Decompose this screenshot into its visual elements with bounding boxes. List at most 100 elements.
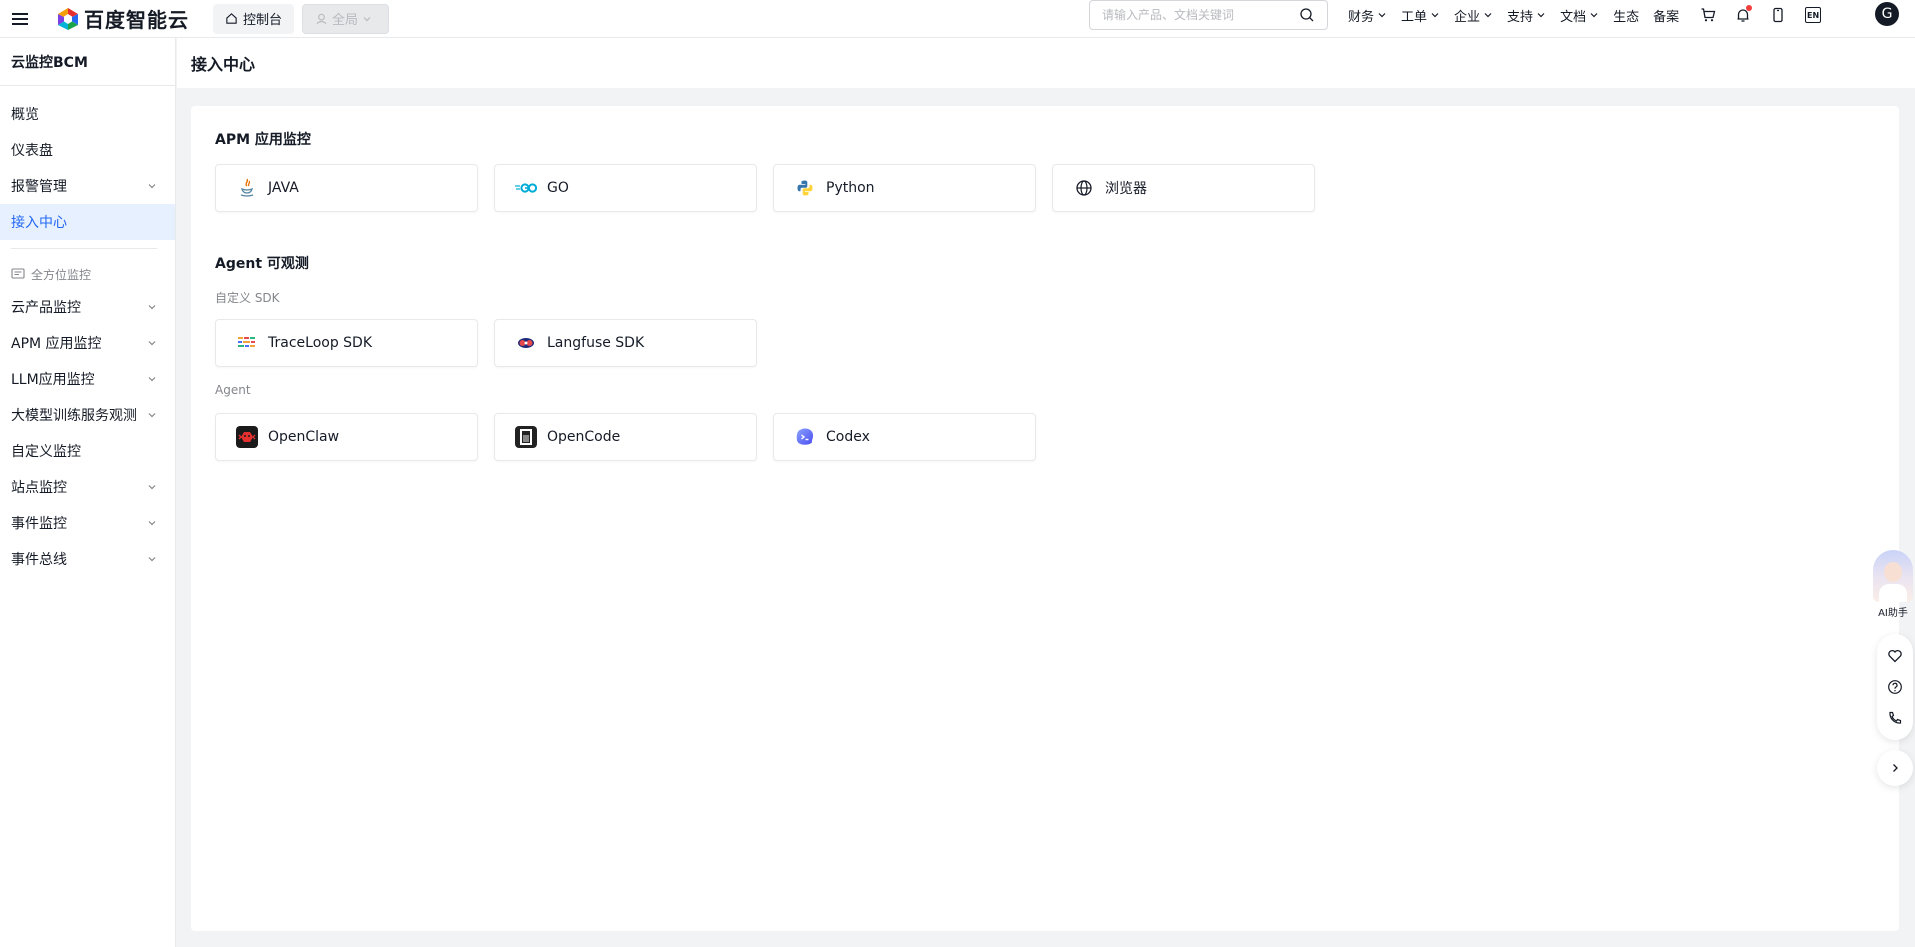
chevron-down-icon [1484, 13, 1492, 18]
sidebar-item-label: APM 应用监控 [11, 336, 102, 352]
sidebar-item-overview[interactable]: 概览 [0, 96, 175, 132]
sidebar-item-custom-monitor[interactable]: 自定义监控 [0, 433, 175, 469]
sidebar-item-label: 自定义监控 [11, 444, 81, 460]
collapse-toolbar-button[interactable] [1877, 750, 1913, 786]
region-label: 全局 [332, 13, 359, 28]
globe-icon [1073, 177, 1095, 199]
sidebar-item-alarm-management[interactable]: 报警管理 [0, 168, 175, 204]
home-icon [226, 13, 237, 24]
sidebar-item-cloud-product-monitor[interactable]: 云产品监控 [0, 289, 175, 325]
bell-icon[interactable] [1734, 5, 1753, 24]
card-openclaw[interactable]: OpenClaw [215, 413, 478, 461]
cart-icon[interactable] [1699, 6, 1717, 24]
location-icon [316, 13, 327, 25]
sidebar: 云监控BCM 概览 仪表盘 报警管理 接入中心 全方位监控 云产品监控 APM … [0, 38, 176, 947]
sidebar-item-label: 概览 [11, 107, 39, 123]
region-selector[interactable]: 全局 [302, 3, 390, 34]
go-icon [515, 177, 537, 199]
card-python[interactable]: Python [773, 164, 1036, 212]
nav-finance[interactable]: 财务 [1348, 6, 1387, 25]
language-toggle[interactable]: EN [1804, 6, 1822, 24]
sidebar-item-label: 接入中心 [11, 215, 67, 231]
chevron-down-icon [148, 521, 156, 526]
ai-assistant-button[interactable]: AI助手 [1871, 550, 1915, 620]
card-codex[interactable]: Codex [773, 413, 1036, 461]
traceloop-icon [236, 332, 258, 354]
apm-section-title: APM 应用监控 [215, 132, 311, 148]
chevron-right-icon [1893, 764, 1898, 772]
sidebar-item-label: LLM应用监控 [11, 372, 95, 388]
nav-docs[interactable]: 文档 [1560, 6, 1599, 25]
agent-label: Agent [215, 383, 251, 397]
nav-ecosystem[interactable]: 生态 [1613, 6, 1639, 25]
menu-icon[interactable] [0, 0, 40, 38]
custom-sdk-label: 自定义 SDK [215, 291, 280, 305]
floating-toolbar [1877, 634, 1913, 740]
sidebar-item-model-training-observability[interactable]: 大模型训练服务观测 [0, 397, 175, 433]
agent-card-row: OpenClaw OpenCode Codex [215, 413, 1052, 461]
chevron-down-icon [1378, 13, 1386, 18]
chevron-down-icon [1537, 13, 1545, 18]
help-icon[interactable] [1886, 678, 1904, 696]
global-search [1089, 0, 1328, 30]
card-label: Langfuse SDK [547, 335, 645, 351]
sidebar-item-event-monitor[interactable]: 事件监控 [0, 505, 175, 541]
chevron-down-icon [148, 485, 156, 490]
sdk-card-row: TraceLoop SDK Langfuse SDK [215, 319, 773, 367]
chevron-down-icon [1431, 13, 1439, 18]
sidebar-item-site-monitor[interactable]: 站点监控 [0, 469, 175, 505]
ai-assistant-label: AI助手 [1878, 608, 1908, 619]
phone-icon[interactable] [1886, 709, 1904, 727]
sidebar-item-event-bus[interactable]: 事件总线 [0, 541, 175, 577]
sidebar-group-label: 全方位监控 [31, 267, 92, 282]
card-browser[interactable]: 浏览器 [1052, 164, 1315, 212]
nav-enterprise[interactable]: 企业 [1454, 6, 1493, 25]
sidebar-item-access-center[interactable]: 接入中心 [0, 204, 175, 240]
sidebar-item-label: 仪表盘 [11, 143, 53, 159]
chevron-down-icon [363, 16, 371, 21]
console-tab-label: 控制台 [243, 13, 283, 28]
card-traceloop-sdk[interactable]: TraceLoop SDK [215, 319, 478, 367]
favorite-icon[interactable] [1886, 647, 1904, 665]
top-nav-links: 财务 工单 企业 支持 文档 生态 备案 EN [1348, 0, 1839, 30]
sidebar-item-label: 事件监控 [11, 516, 67, 532]
baidu-cloud-logo[interactable]: 百度智能云 [56, 0, 189, 38]
console-tab[interactable]: 控制台 [213, 3, 295, 34]
codex-icon [794, 426, 816, 448]
sidebar-item-dashboard[interactable]: 仪表盘 [0, 132, 175, 168]
sidebar-item-label: 事件总线 [11, 552, 67, 568]
search-input[interactable] [1102, 8, 1299, 22]
card-label: 浏览器 [1105, 181, 1147, 197]
nav-ticket[interactable]: 工单 [1401, 6, 1440, 25]
card-label: OpenClaw [268, 429, 340, 445]
search-icon[interactable] [1299, 7, 1315, 23]
chevron-down-icon [148, 184, 156, 189]
card-label: GO [547, 180, 569, 196]
notification-dot [1746, 5, 1753, 11]
card-langfuse-sdk[interactable]: Langfuse SDK [494, 319, 757, 367]
top-navigation-bar: 百度智能云 控制台 全局 财务 工单 企业 支持 文档 生态 备案 EN [0, 0, 1915, 38]
card-label: TraceLoop SDK [268, 335, 373, 351]
page-title: 接入中心 [177, 38, 1915, 88]
card-go[interactable]: GO [494, 164, 757, 212]
access-center-content: APM 应用监控 JAVA GO Python 浏览器 Agent 可观测 自定… [191, 106, 1899, 931]
nav-filing[interactable]: 备案 [1653, 6, 1679, 25]
nav-finance-label: 财务 [1348, 9, 1375, 25]
monitor-icon [11, 268, 25, 279]
sidebar-item-apm-monitor[interactable]: APM 应用监控 [0, 325, 175, 361]
mobile-icon[interactable] [1769, 6, 1787, 24]
chevron-down-icon [148, 413, 156, 418]
nav-support[interactable]: 支持 [1507, 6, 1546, 25]
nav-enterprise-label: 企业 [1454, 9, 1481, 25]
sidebar-title: 云监控BCM [0, 38, 175, 86]
logo-mark-icon [56, 7, 80, 31]
chevron-down-icon [148, 557, 156, 562]
card-opencode[interactable]: OpenCode [494, 413, 757, 461]
sidebar-divider [11, 248, 157, 249]
nav-filing-label: 备案 [1653, 9, 1680, 25]
user-avatar[interactable]: G [1875, 2, 1899, 26]
sidebar-item-llm-monitor[interactable]: LLM应用监控 [0, 361, 175, 397]
card-java[interactable]: JAVA [215, 164, 478, 212]
card-label: Python [826, 180, 875, 196]
sidebar-item-label: 云产品监控 [11, 300, 81, 316]
